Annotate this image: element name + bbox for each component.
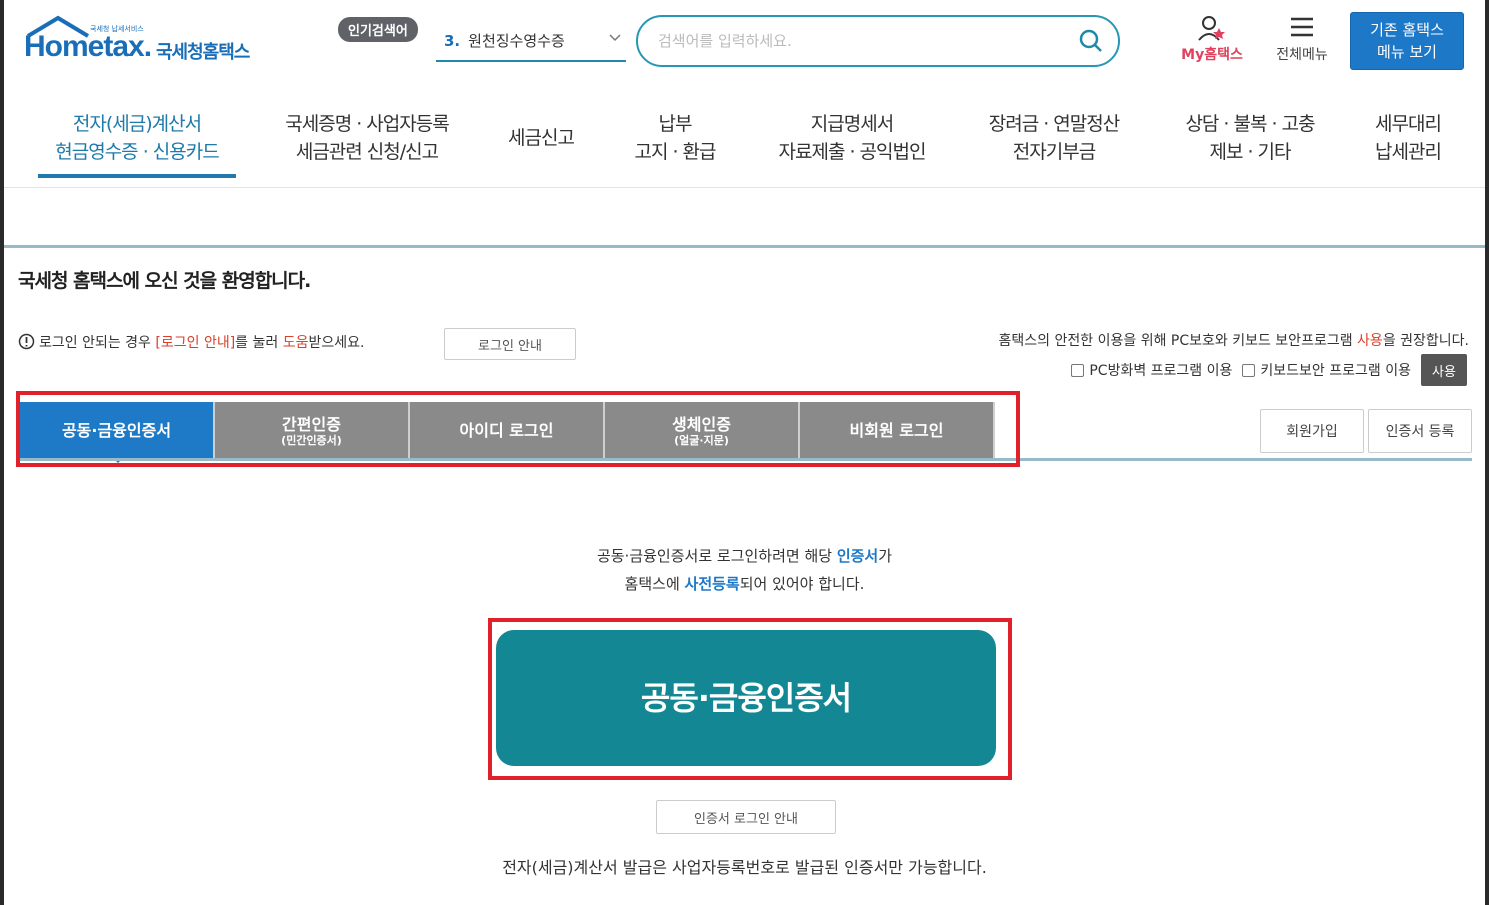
login-notice: 로그인 안되는 경우 [로그인 안내]를 눌러 도움받으세요.	[18, 332, 364, 354]
hamburger-icon	[1266, 14, 1338, 44]
cert-description-line1: 공동·금융인증서로 로그인하려면 해당 인증서가	[4, 542, 1485, 570]
nav-item-line2: 세금관련 신청/신고	[295, 141, 439, 163]
security-text-post: 을 권장합니다.	[1382, 333, 1469, 349]
notice-text-pre: 로그인 안되는 경우	[39, 335, 156, 351]
search-input[interactable]	[658, 29, 1058, 53]
search-box	[636, 15, 1120, 67]
sub-band	[4, 188, 1485, 248]
nav-item-payment[interactable]: 납부 고지 · 환급	[620, 110, 730, 166]
login-guide-button[interactable]: 로그인 안내	[444, 328, 576, 360]
old-menu-line2: 메뉴 보기	[1377, 43, 1437, 61]
invoice-note: 전자(세금)계산서 발급은 사업자등록번호로 발급된 인증서만 가능합니다.	[502, 858, 987, 877]
old-menu-line1: 기존 홈택스	[1370, 21, 1444, 39]
info-icon	[18, 333, 35, 354]
pc-firewall-checkbox[interactable]	[1071, 364, 1085, 377]
security-notice: 홈택스의 안전한 이용을 위해 PC보호와 키보드 보안프로그램 사용을 권장합…	[999, 330, 1469, 350]
popular-search-badge: 인기검색어	[338, 17, 418, 42]
nav-item-line1: 국세증명 · 사업자등록	[285, 113, 449, 135]
keyboard-security-checkbox[interactable]	[1242, 364, 1256, 377]
keyboard-security-option[interactable]: 키보드보안 프로그램 이용	[1242, 360, 1411, 380]
nav-item-line2: 전자기부금	[1012, 141, 1096, 163]
desc-text: 공동·금융인증서로 로그인하려면 해당	[596, 547, 837, 565]
nav-item-line1: 세금신고	[508, 127, 575, 149]
welcome-title: 국세청 홈택스에 오신 것을 환영합니다.	[18, 270, 311, 292]
nav-item-line1: 장려금 · 연말정산	[988, 113, 1120, 135]
security-text-pre: 홈택스의 안전한 이용을 위해 PC보호와 키보드 보안프로그램	[998, 333, 1358, 349]
my-hometax-label: My홈택스	[1181, 47, 1243, 63]
notice-help: 도움	[282, 335, 309, 351]
hometax-logo[interactable]: 국세청 납세서비스 Hometax. 국세청홈택스	[20, 12, 270, 74]
notice-text-post: 받으세요.	[308, 335, 365, 351]
nav-item-tax-filing[interactable]: 세금신고	[494, 124, 588, 152]
nav-item-line1: 지급명세서	[810, 113, 894, 135]
page: 국세청 납세서비스 Hometax. 국세청홈택스 인기검색어 3. 원천징수영수…	[4, 0, 1485, 905]
nav-item-e-invoice[interactable]: 전자(세금)계산서 현금영수증 · 신용카드	[38, 110, 236, 178]
desc-link-certificate: 인증서	[836, 547, 879, 565]
popular-term: 원천징수영수증	[468, 32, 565, 50]
nav-item-line1: 납부	[658, 113, 693, 135]
popular-rank: 3.	[444, 32, 461, 50]
desc-text: 홈택스에	[624, 575, 685, 593]
user-icon	[1170, 14, 1254, 44]
nav-item-line2: 제보 · 기타	[1209, 141, 1291, 163]
pc-firewall-label: PC방화벽 프로그램 이용	[1089, 363, 1233, 379]
nav-item-line1: 세무대리	[1375, 113, 1442, 135]
nav-item-line2: 고지 · 환급	[634, 141, 716, 163]
main-nav: 전자(세금)계산서 현금영수증 · 신용카드 국세증명 · 사업자등록 세금관련…	[4, 100, 1485, 188]
cert-register-button[interactable]: 인증서 등록	[1368, 409, 1472, 453]
nav-item-tax-agent[interactable]: 세무대리 납세관리	[1360, 110, 1456, 166]
nav-item-line1: 상담 · 불복 · 고충	[1185, 113, 1315, 135]
use-button[interactable]: 사용	[1421, 354, 1467, 386]
logo-wordmark: Hometax.	[24, 30, 152, 63]
security-options: PC방화벽 프로그램 이용 키보드보안 프로그램 이용 사용	[1071, 354, 1467, 386]
join-button[interactable]: 회원가입	[1260, 409, 1364, 453]
desc-text: 되어 있어야 합니다.	[739, 575, 865, 593]
chevron-down-icon	[608, 30, 622, 48]
nav-item-line2: 현금영수증 · 신용카드	[55, 141, 219, 163]
logo-subtitle: 국세청홈택스	[156, 42, 250, 63]
cert-description-line2: 홈택스에 사전등록되어 있어야 합니다.	[4, 570, 1485, 598]
nav-item-line2: 자료제출 · 공익법인	[778, 141, 927, 163]
notice-link-login-guide: [로그인 안내]	[155, 335, 236, 351]
keyboard-security-label: 키보드보안 프로그램 이용	[1260, 363, 1411, 379]
nav-item-incentive[interactable]: 장려금 · 연말정산 전자기부금	[974, 110, 1134, 166]
old-hometax-menu-button[interactable]: 기존 홈택스 메뉴 보기	[1350, 12, 1464, 70]
popular-search-select[interactable]: 3. 원천징수영수증	[436, 26, 626, 62]
tabs-highlight-box	[16, 391, 1020, 467]
nav-item-payment-statement[interactable]: 지급명세서 자료제출 · 공익법인	[764, 110, 940, 166]
search-icon[interactable]	[1078, 28, 1104, 58]
nav-item-line2: 납세관리	[1375, 141, 1442, 163]
my-hometax-button[interactable]: My홈택스	[1170, 14, 1254, 64]
all-menu-label: 전체메뉴	[1276, 47, 1328, 63]
desc-text: 가	[878, 547, 893, 565]
security-text-red: 사용	[1357, 333, 1383, 349]
cert-login-guide-button[interactable]: 인증서 로그인 안내	[656, 800, 836, 834]
desc-link-preregister: 사전등록	[684, 575, 740, 593]
active-underline	[38, 174, 236, 178]
nav-item-line1: 전자(세금)계산서	[72, 113, 202, 135]
pc-firewall-option[interactable]: PC방화벽 프로그램 이용	[1071, 360, 1232, 380]
button-highlight-box	[488, 618, 1012, 780]
notice-text-mid: 를 눌러	[235, 335, 283, 351]
all-menu-button[interactable]: 전체메뉴	[1266, 14, 1338, 64]
nav-item-tax-certificate[interactable]: 국세증명 · 사업자등록 세금관련 신청/신고	[272, 110, 462, 166]
nav-item-consultation[interactable]: 상담 · 불복 · 고충 제보 · 기타	[1170, 110, 1330, 166]
